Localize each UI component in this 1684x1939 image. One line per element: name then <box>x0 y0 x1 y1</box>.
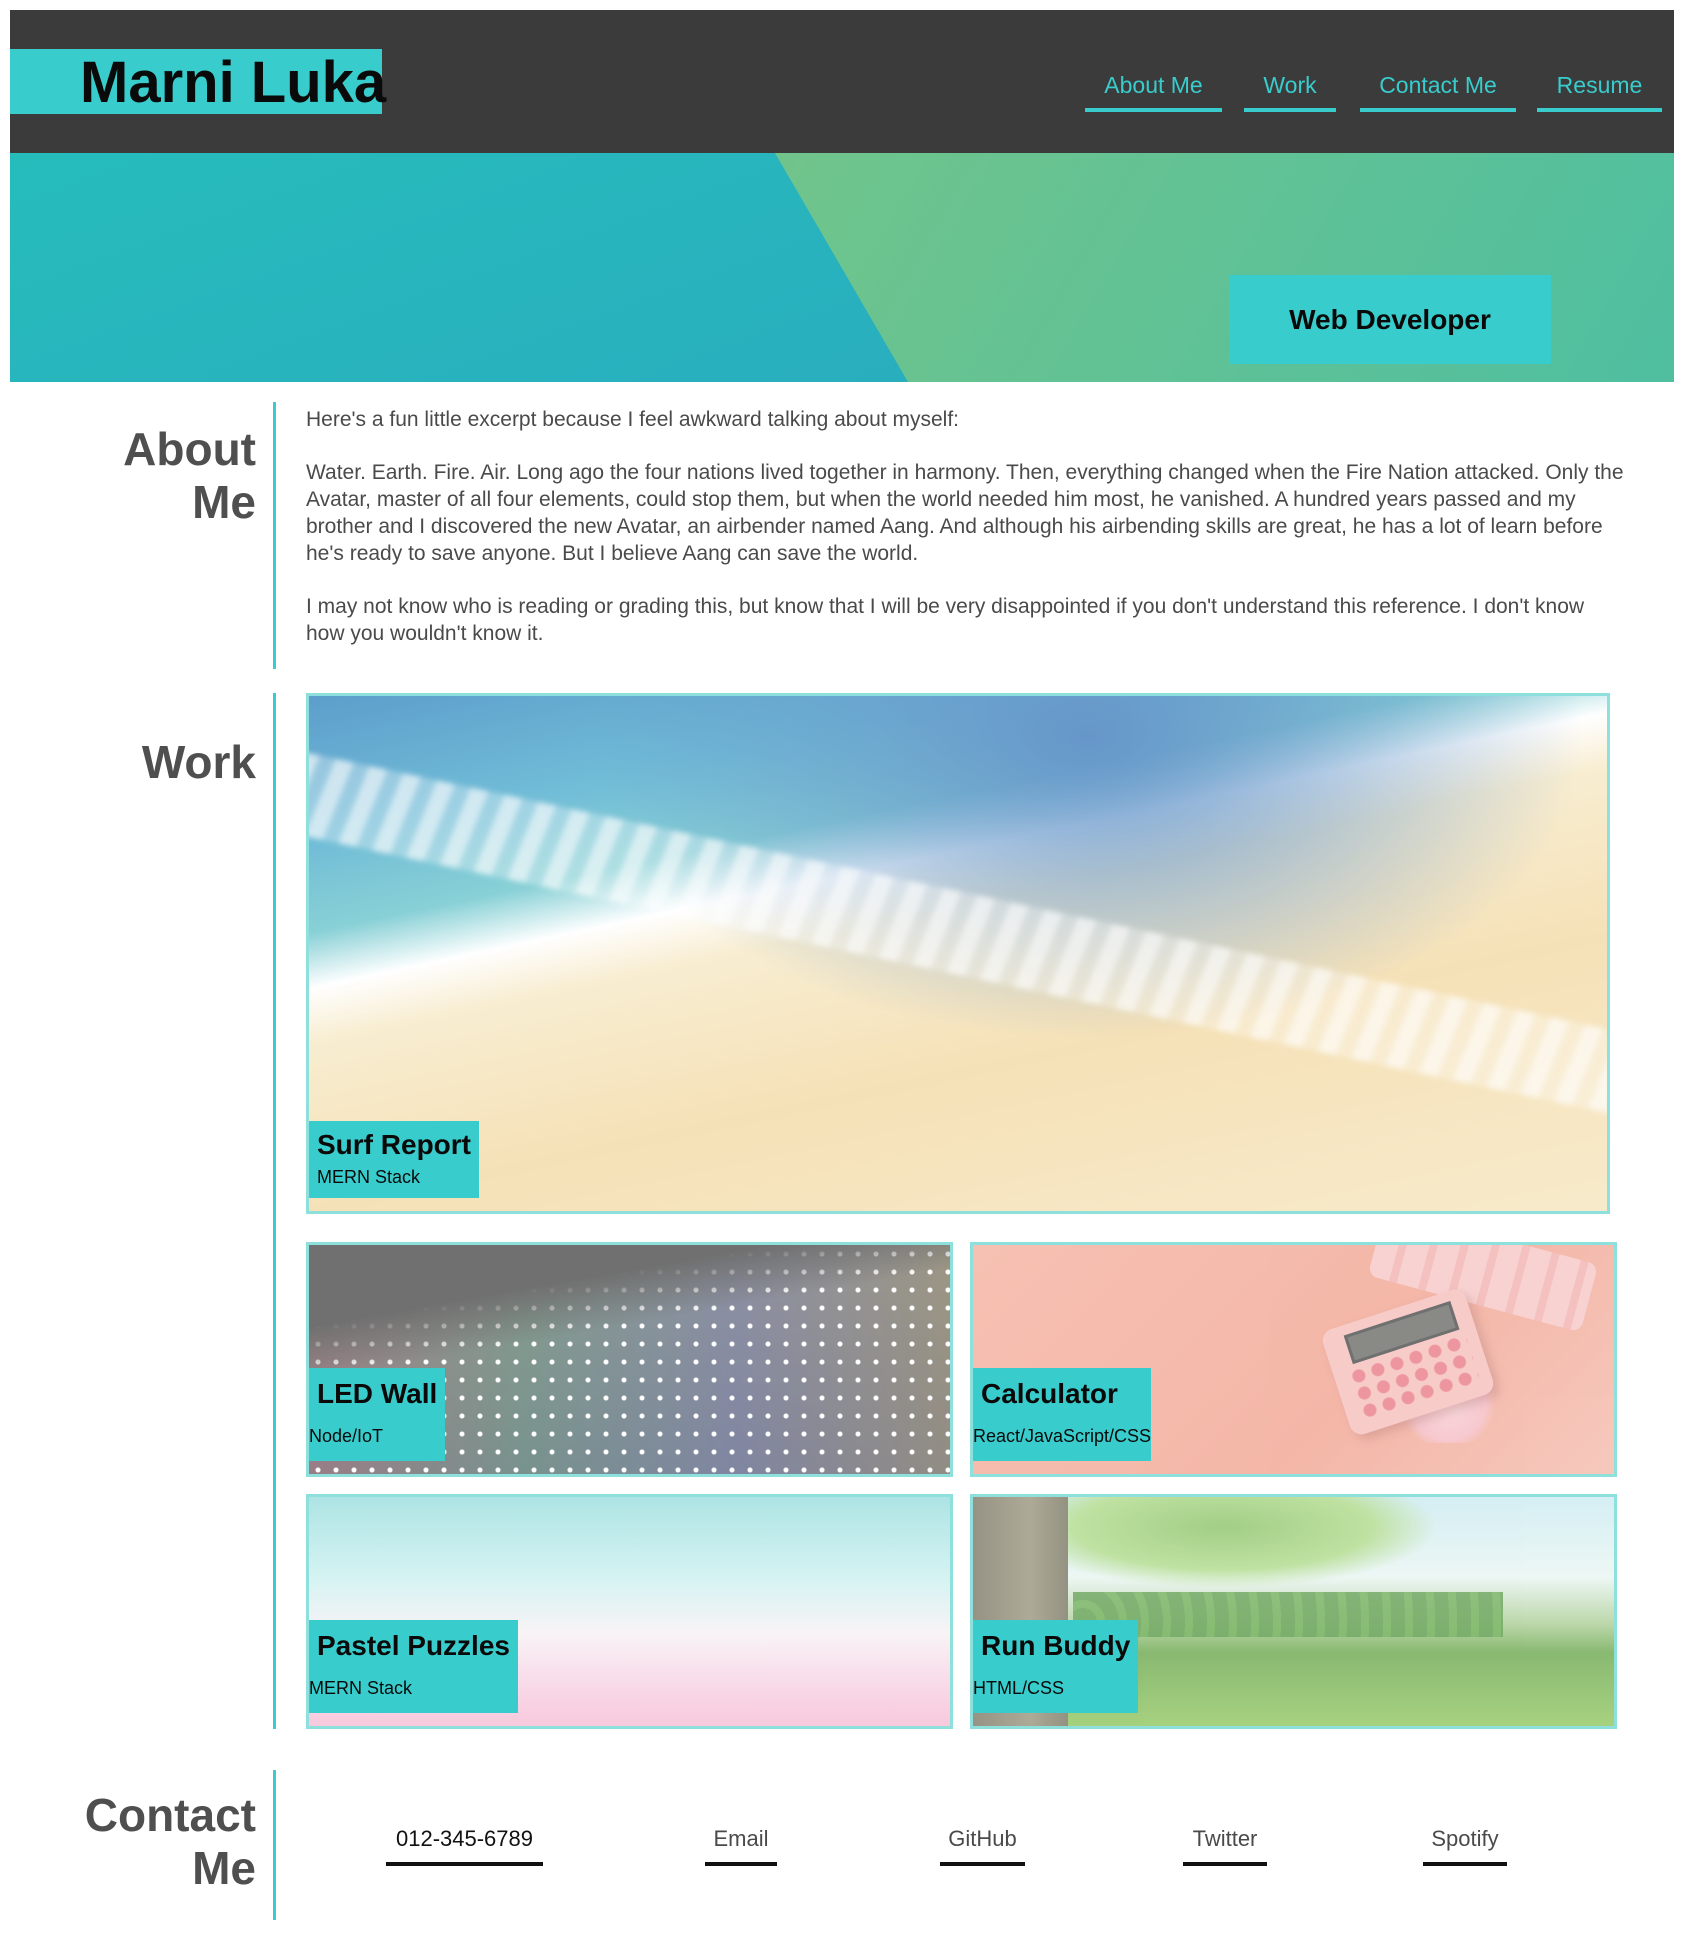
contact-title-line1: Contact <box>84 1789 256 1841</box>
contact-spotify-link[interactable]: Spotify <box>1423 1822 1507 1866</box>
hero-role-badge: Web Developer <box>1229 275 1551 364</box>
about-paragraph: I may not know who is reading or grading… <box>306 595 1585 645</box>
project-stack: MERN Stack <box>317 1167 421 1187</box>
wave-foam <box>309 744 1607 1122</box>
page: Marni Luka About Me Work Contact Me Resu… <box>10 10 1674 1930</box>
project-stack: React/JavaScript/CSS <box>973 1426 1152 1446</box>
project-title: Surf Report <box>317 1129 471 1160</box>
tree-canopy <box>1013 1497 1433 1587</box>
nav-resume[interactable]: Resume <box>1537 68 1662 112</box>
nav-about-me[interactable]: About Me <box>1085 68 1222 112</box>
beach-image <box>309 696 1607 1211</box>
project-card-calculator[interactable]: Calculator React/JavaScript/CSS <box>970 1242 1617 1477</box>
work-divider <box>273 693 276 1729</box>
project-title: Calculator <box>981 1378 1118 1409</box>
nav-contact-me[interactable]: Contact Me <box>1360 68 1516 112</box>
contact-divider <box>273 1770 276 1920</box>
contact-title-line2: Me <box>192 1842 256 1894</box>
brand-block: Marni Luka <box>10 49 386 115</box>
about-intro: Here's a fun little excerpt because I fe… <box>306 408 959 431</box>
project-label: Surf Report MERN Stack <box>309 1121 479 1198</box>
about-divider <box>273 402 276 669</box>
about-title-line2: Me <box>192 476 256 528</box>
contact-twitter-link[interactable]: Twitter <box>1183 1822 1267 1866</box>
contact-phone-link[interactable]: 012-345-6789 <box>386 1822 543 1866</box>
project-stack: Node/IoT <box>309 1426 384 1446</box>
about-section-title: About Me <box>36 423 256 529</box>
about-title-line1: About <box>123 423 256 475</box>
site-header: Marni Luka About Me Work Contact Me Resu… <box>10 10 1674 153</box>
project-stack: MERN Stack <box>309 1678 413 1698</box>
project-stack: HTML/CSS <box>973 1678 1065 1698</box>
contact-email-link[interactable]: Email <box>705 1822 777 1866</box>
work-section-title: Work <box>141 736 256 788</box>
project-label: Run Buddy HTML/CSS <box>973 1620 1139 1713</box>
project-card-led-wall[interactable]: LED Wall Node/IoT <box>306 1242 953 1477</box>
project-label: Pastel Puzzles MERN Stack <box>309 1620 518 1713</box>
contact-github-link[interactable]: GitHub <box>940 1822 1025 1866</box>
nav-work[interactable]: Work <box>1244 68 1336 112</box>
project-title: LED Wall <box>317 1378 438 1409</box>
project-label: LED Wall Node/IoT <box>309 1368 446 1461</box>
about-paragraph: Water. Earth. Fire. Air. Long ago the fo… <box>306 461 1624 565</box>
project-title: Run Buddy <box>981 1630 1131 1661</box>
contact-section-title: Contact Me <box>36 1789 256 1895</box>
project-card-run-buddy[interactable]: Run Buddy HTML/CSS <box>970 1494 1617 1729</box>
project-label: Calculator React/JavaScript/CSS <box>973 1368 1152 1461</box>
project-title: Pastel Puzzles <box>317 1630 510 1661</box>
project-card-surf-report[interactable]: Surf Report MERN Stack <box>306 693 1610 1214</box>
about-body: Here's a fun little excerpt because I fe… <box>306 406 1626 673</box>
hero-banner: Web Developer <box>10 153 1674 382</box>
project-card-pastel-puzzles[interactable]: Pastel Puzzles MERN Stack <box>306 1494 953 1729</box>
site-title[interactable]: Marni Luka <box>80 51 386 115</box>
